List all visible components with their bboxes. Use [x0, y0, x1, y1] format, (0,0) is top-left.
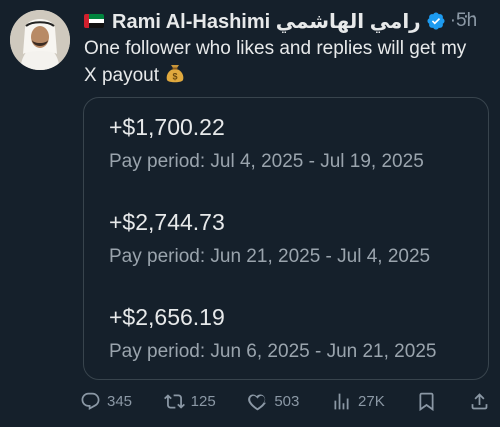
like-button[interactable]: 503 — [247, 391, 299, 412]
tweet-text-line-2: X payout $ — [84, 62, 489, 92]
avatar[interactable] — [10, 10, 70, 70]
payout-card[interactable]: +$1,700.22 Pay period: Jul 4, 2025 - Jul… — [83, 97, 489, 380]
payout-entry: +$2,744.73 Pay period: Jun 21, 2025 - Ju… — [109, 207, 479, 302]
payout-amount: +$2,744.73 — [109, 209, 225, 235]
more-icon[interactable]: ··· — [455, 5, 478, 28]
tweet-text-line-2-content: X payout — [84, 65, 159, 86]
views-count: 27K — [358, 392, 385, 410]
reply-count: 345 — [107, 392, 133, 410]
tweet[interactable]: Rami Al-Hashimi رامي الهاشمي ·5h ··· One… — [0, 0, 500, 427]
share-button[interactable] — [469, 391, 490, 412]
bookmark-icon — [419, 392, 434, 411]
like-count: 503 — [274, 392, 300, 410]
payout-period: Pay period: Jun 21, 2025 - Jul 4, 2025 — [109, 246, 431, 267]
tweet-header: Rami Al-Hashimi رامي الهاشمي ·5h — [84, 6, 477, 36]
like-icon — [248, 393, 267, 410]
share-icon — [471, 392, 488, 409]
views-button[interactable]: 27K — [331, 391, 385, 412]
tweet-actions: 345 125 503 27K — [80, 386, 490, 416]
tweet-text: One follower who likes and replies will … — [84, 36, 489, 92]
tweet-text-line-1: One follower who likes and replies will … — [84, 38, 467, 59]
views-icon — [334, 393, 349, 409]
uae-flag-icon — [84, 14, 104, 28]
reply-icon — [81, 392, 100, 410]
payout-period: Pay period: Jun 6, 2025 - Jun 21, 2025 — [109, 341, 437, 362]
reply-button[interactable]: 345 — [80, 391, 132, 412]
payout-period: Pay period: Jul 4, 2025 - Jul 19, 2025 — [109, 151, 424, 172]
payout-amount: +$1,700.22 — [109, 114, 225, 140]
repost-count: 125 — [190, 392, 216, 410]
payout-entry: +$2,656.19 Pay period: Jun 6, 2025 - Jun… — [109, 302, 479, 379]
repost-button[interactable]: 125 — [163, 391, 216, 412]
author-name[interactable]: Rami Al-Hashimi رامي الهاشمي — [112, 9, 421, 34]
verified-badge-icon — [426, 11, 446, 31]
money-bag-icon: $ — [165, 62, 185, 92]
payout-list: +$1,700.22 Pay period: Jul 4, 2025 - Jul… — [109, 112, 479, 379]
payout-amount: +$2,656.19 — [109, 304, 225, 330]
svg-text:$: $ — [172, 72, 177, 82]
author-name-arabic[interactable]: رامي الهاشمي — [276, 11, 421, 33]
payout-entry: +$1,700.22 Pay period: Jul 4, 2025 - Jul… — [109, 112, 479, 207]
bookmark-button[interactable] — [416, 391, 437, 412]
author-name-latin[interactable]: Rami Al-Hashimi — [112, 11, 270, 33]
repost-icon — [163, 393, 185, 409]
